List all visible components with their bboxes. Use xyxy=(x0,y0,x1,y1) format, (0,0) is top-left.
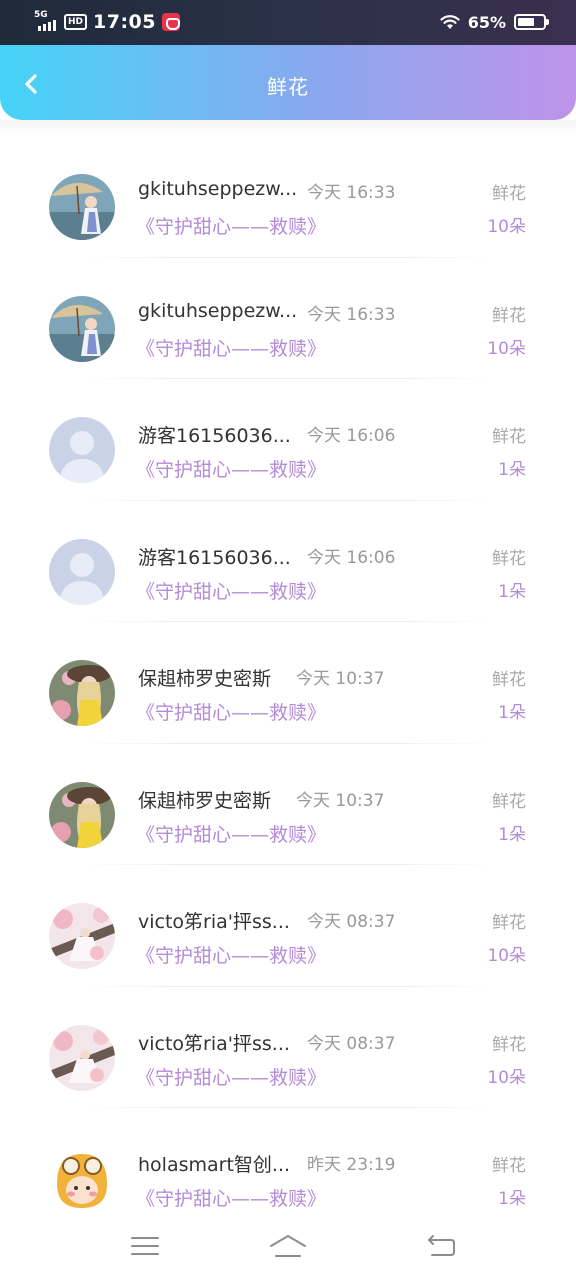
page-title: 鲜花 xyxy=(267,75,309,99)
gift-type-label: 鲜花 xyxy=(492,427,526,447)
avatar[interactable] xyxy=(49,1024,115,1091)
work-title-link[interactable]: 《守护甜心——救赎》 xyxy=(136,941,326,968)
notification-app-icon xyxy=(162,13,180,31)
send-time: 今天 08:37 xyxy=(307,912,396,932)
list-item[interactable]: gkituhseppezw... 今天 16:33 《守护甜心——救赎》 鲜花 10朵 xyxy=(0,258,576,379)
status-bar: 5G HD 17:05 65% xyxy=(0,0,576,45)
gift-type-label: 鲜花 xyxy=(492,305,526,326)
work-title-link[interactable]: 《守护甜心——救赎》 xyxy=(136,577,326,604)
avatar[interactable] xyxy=(49,660,115,726)
work-title-link[interactable]: 《守护甜心——救赎》 xyxy=(136,455,326,482)
gift-count: 10朵 xyxy=(487,946,526,966)
gift-type-label: 鲜花 xyxy=(492,548,526,569)
flower-record-list: gkituhseppezw... 今天 16:33 《守护甜心——救赎》 鲜花 10朵 g… xyxy=(0,136,576,1230)
avatar[interactable] xyxy=(49,295,115,362)
sender-name: holasmart智创... xyxy=(138,1154,291,1176)
gift-count: 1朵 xyxy=(498,581,526,602)
list-item[interactable]: victo笫ria'抨ss... 今天 08:37 《守护甜心——救赎》 鲜花 10朵 xyxy=(0,987,576,1108)
battery-percent: 65% xyxy=(467,12,506,32)
avatar[interactable] xyxy=(49,781,115,848)
gift-count: 1朵 xyxy=(498,824,526,845)
home-icon xyxy=(270,1235,306,1257)
send-time: 今天 16:33 xyxy=(307,304,396,325)
avatar[interactable] xyxy=(49,538,115,605)
gift-type-label: 鲜花 xyxy=(492,670,526,690)
list-item[interactable]: 保趄柿罗史密斯 今天 10:37 《守护甜心——救赎》 鲜花 1朵 xyxy=(0,622,576,744)
gift-count: 10朵 xyxy=(487,217,526,237)
title-bar: 鲜花 xyxy=(0,45,576,120)
gift-type-label: 鲜花 xyxy=(492,913,526,933)
menu-icon xyxy=(131,1237,159,1255)
signal-icon: 5G xyxy=(34,11,58,33)
work-title-link[interactable]: 《守护甜心——救赎》 xyxy=(136,1184,326,1211)
work-title-link[interactable]: 《守护甜心——救赎》 xyxy=(136,1063,326,1090)
gift-count: 10朵 xyxy=(487,338,526,359)
gift-count: 10朵 xyxy=(487,1067,526,1088)
work-title-link[interactable]: 《守护甜心——救赎》 xyxy=(136,212,326,239)
list-item[interactable]: 游客16156036... 今天 16:06 《守护甜心——救赎》 鲜花 1朵 xyxy=(0,501,576,622)
network-type: 5G xyxy=(34,10,48,20)
gift-type-label: 鲜花 xyxy=(492,791,526,812)
gift-type-label: 鲜花 xyxy=(492,1156,526,1176)
work-title-link[interactable]: 《守护甜心——救赎》 xyxy=(136,334,326,361)
sender-name: gkituhseppezw... xyxy=(138,299,298,322)
return-button[interactable] xyxy=(420,1230,460,1262)
sender-name: 保趄柿罗史密斯 xyxy=(138,668,272,690)
send-time: 今天 08:37 xyxy=(307,1033,396,1054)
sender-name: victo笫ria'抨ss... xyxy=(138,911,290,933)
send-time: 今天 16:06 xyxy=(307,426,396,446)
send-time: 今天 16:06 xyxy=(307,547,396,568)
work-title-link[interactable]: 《守护甜心——救赎》 xyxy=(136,820,326,847)
hd-badge: HD xyxy=(64,14,88,30)
list-item[interactable]: 游客16156036... 今天 16:06 《守护甜心——救赎》 鲜花 1朵 xyxy=(0,379,576,501)
battery-icon xyxy=(514,14,549,30)
gift-count: 1朵 xyxy=(498,460,526,480)
return-icon xyxy=(428,1235,455,1256)
list-item[interactable]: 保趄柿罗史密斯 今天 10:37 《守护甜心——救赎》 鲜花 1朵 xyxy=(0,744,576,865)
send-time: 今天 16:33 xyxy=(307,183,396,203)
avatar[interactable] xyxy=(49,903,115,969)
list-item[interactable]: holasmart智创... 昨天 23:19 《守护甜心——救赎》 鲜花 1朵 xyxy=(0,1108,576,1230)
gift-type-label: 鲜花 xyxy=(492,184,526,204)
work-title-link[interactable]: 《守护甜心——救赎》 xyxy=(136,698,326,725)
sender-name: 游客16156036... xyxy=(138,546,291,569)
list-item[interactable]: gkituhseppezw... 今天 16:33 《守护甜心——救赎》 鲜花 10朵 xyxy=(0,136,576,258)
menu-button[interactable] xyxy=(125,1230,165,1262)
avatar[interactable] xyxy=(49,174,115,240)
list-item[interactable]: victo笫ria'抨ss... 今天 08:37 《守护甜心——救赎》 鲜花 10朵 xyxy=(0,865,576,987)
wifi-icon xyxy=(440,15,460,29)
sender-name: victo笫ria'抨ss... xyxy=(138,1032,290,1055)
avatar[interactable] xyxy=(49,1146,115,1212)
sender-name: 保趄柿罗史密斯 xyxy=(138,789,272,812)
avatar[interactable] xyxy=(49,417,115,483)
gift-type-label: 鲜花 xyxy=(492,1034,526,1055)
sender-name: 游客16156036... xyxy=(138,425,291,447)
send-time: 今天 10:37 xyxy=(296,669,385,689)
header-shadow xyxy=(0,120,576,136)
send-time: 昨天 23:19 xyxy=(307,1155,396,1175)
system-nav-bar xyxy=(0,1214,576,1280)
status-time: 17:05 xyxy=(93,11,156,33)
home-button[interactable] xyxy=(268,1230,308,1262)
gift-count: 1朵 xyxy=(498,1189,526,1209)
send-time: 今天 10:37 xyxy=(296,790,385,811)
sender-name: gkituhseppezw... xyxy=(138,178,298,200)
gift-count: 1朵 xyxy=(498,703,526,723)
